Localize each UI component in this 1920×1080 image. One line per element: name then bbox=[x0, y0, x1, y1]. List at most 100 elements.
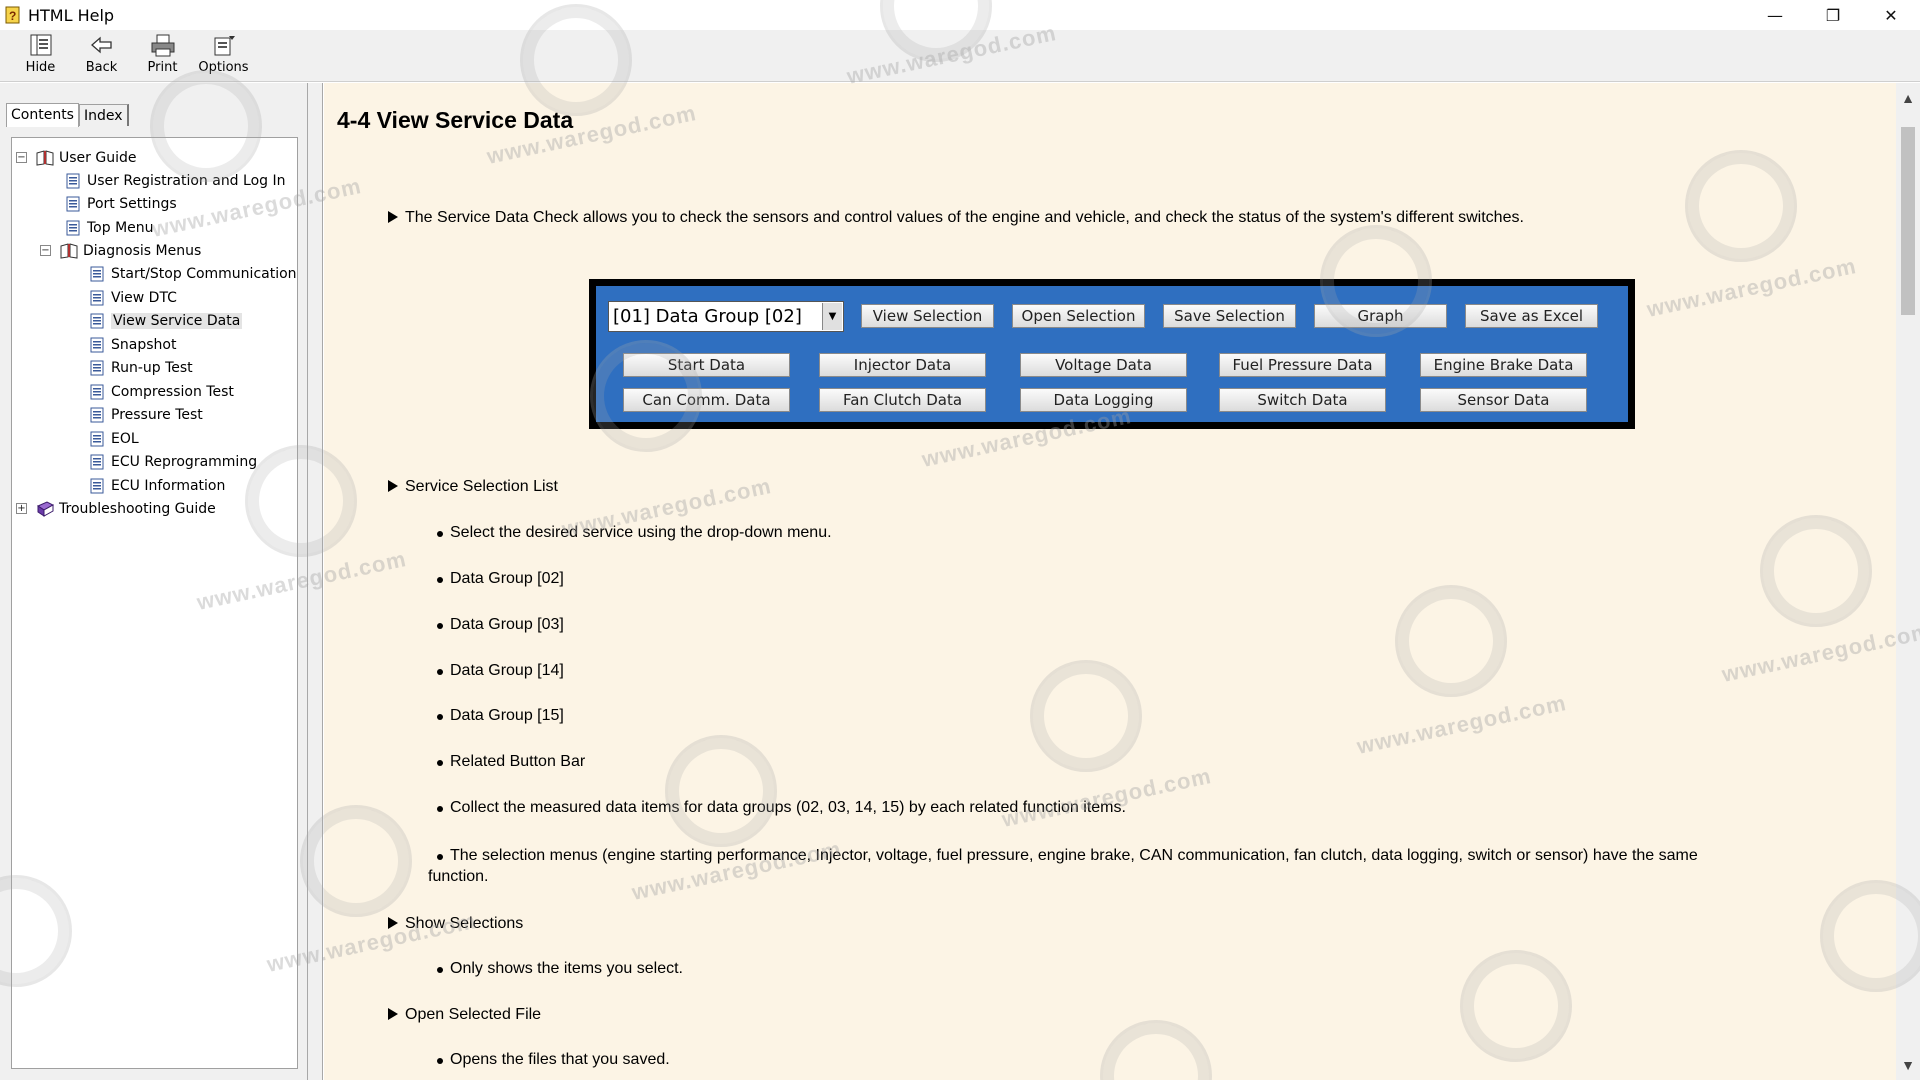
list-item-text: Opens the files that you saved. bbox=[450, 1051, 670, 1068]
tree-label: ECU Reprogramming bbox=[111, 454, 258, 470]
tree-label: User Registration and Log In bbox=[87, 173, 286, 189]
list-item: Data Group [03] bbox=[437, 616, 564, 634]
page-icon bbox=[88, 383, 106, 401]
navigation-pane: Contents Index − User Guide User Registr… bbox=[0, 83, 308, 1080]
tree-node-start-stop[interactable]: Start/Stop Communication bbox=[88, 263, 297, 285]
contents-tree: − User Guide User Registration and Log I… bbox=[11, 137, 298, 1069]
tree-node-view-service-data[interactable]: View Service Data bbox=[88, 310, 243, 332]
list-item-text: The selection menus (engine starting per… bbox=[450, 847, 1698, 864]
page-icon bbox=[88, 359, 106, 377]
tree-node-user-registration[interactable]: User Registration and Log In bbox=[64, 170, 285, 192]
help-app-icon: ? bbox=[4, 6, 22, 24]
tree-node-troubleshooting-guide[interactable]: + Troubleshooting Guide bbox=[16, 498, 216, 520]
tree-label: Compression Test bbox=[111, 384, 234, 400]
tree-node-user-guide[interactable]: − User Guide bbox=[16, 147, 136, 169]
bullet-dot-icon bbox=[437, 760, 443, 766]
tree-label: Port Settings bbox=[87, 196, 177, 212]
page-icon bbox=[64, 219, 82, 237]
scroll-up-icon[interactable]: ▲ bbox=[1896, 87, 1920, 109]
start-data-button: Start Data bbox=[623, 353, 790, 377]
injector-data-button: Injector Data bbox=[819, 353, 986, 377]
save-as-excel-button: Save as Excel bbox=[1465, 304, 1598, 328]
tree-node-ecu-information[interactable]: ECU Information bbox=[88, 475, 225, 497]
engine-brake-data-button: Engine Brake Data bbox=[1420, 353, 1587, 377]
vertical-scrollbar[interactable]: ▲ ▼ bbox=[1896, 83, 1920, 1080]
tree-node-port-settings[interactable]: Port Settings bbox=[64, 193, 177, 215]
open-selected-file-heading-text: Open Selected File bbox=[405, 1006, 542, 1023]
page-icon bbox=[88, 477, 106, 495]
bullet-dot-icon bbox=[437, 1058, 443, 1064]
list-item-text: Data Group [02] bbox=[450, 570, 564, 587]
tab-index[interactable]: Index bbox=[78, 104, 129, 126]
open-selection-button: Open Selection bbox=[1012, 304, 1145, 328]
page-icon bbox=[88, 289, 106, 307]
collapse-icon[interactable]: − bbox=[16, 152, 27, 163]
tree-node-snapshot[interactable]: Snapshot bbox=[88, 334, 176, 356]
service-selection-heading-text: Service Selection List bbox=[405, 478, 558, 495]
list-item: Collect the measured data items for data… bbox=[437, 799, 1126, 817]
intro-text: The Service Data Check allows you to che… bbox=[405, 209, 1524, 226]
tree-node-runup-test[interactable]: Run-up Test bbox=[88, 357, 193, 379]
restore-button[interactable]: ❐ bbox=[1804, 0, 1862, 30]
collapse-icon[interactable]: − bbox=[40, 245, 51, 256]
tree-label: Troubleshooting Guide bbox=[59, 501, 216, 517]
help-toolbar: Hide Back Print Options bbox=[0, 30, 1920, 82]
list-item-text: Only shows the items you select. bbox=[450, 960, 683, 977]
pane-splitter[interactable] bbox=[308, 83, 323, 1080]
tree-label-selected: View Service Data bbox=[111, 313, 243, 329]
closed-book-icon bbox=[36, 500, 54, 518]
tree-label: View DTC bbox=[111, 290, 177, 306]
printer-icon bbox=[151, 34, 174, 57]
bullet-dot-icon bbox=[437, 806, 443, 812]
print-button[interactable]: Print bbox=[132, 30, 193, 80]
close-button[interactable]: ✕ bbox=[1862, 0, 1920, 30]
fan-clutch-data-button: Fan Clutch Data bbox=[819, 388, 986, 412]
can-comm-data-button: Can Comm. Data bbox=[623, 388, 790, 412]
scroll-thumb[interactable] bbox=[1901, 127, 1915, 315]
list-item-text-continued: function. bbox=[428, 868, 489, 885]
page-icon bbox=[88, 406, 106, 424]
tree-node-compression-test[interactable]: Compression Test bbox=[88, 381, 234, 403]
voltage-data-button: Voltage Data bbox=[1020, 353, 1187, 377]
open-selected-file-heading: Open Selected File bbox=[388, 1006, 541, 1024]
back-button[interactable]: Back bbox=[71, 30, 132, 80]
show-selections-heading-text: Show Selections bbox=[405, 915, 524, 932]
nav-tabs: Contents Index bbox=[6, 102, 129, 127]
service-data-panel-image: [01] Data Group [02] ▼ View Selection Op… bbox=[589, 279, 1635, 429]
list-item: Only shows the items you select. bbox=[437, 960, 683, 978]
topic-content: 4-4 View Service Data The Service Data C… bbox=[324, 83, 1896, 1080]
list-item: Data Group [15] bbox=[437, 707, 564, 725]
list-item-text: Data Group [15] bbox=[450, 707, 564, 724]
tree-label: Run-up Test bbox=[111, 360, 193, 376]
tree-node-eol[interactable]: EOL bbox=[88, 428, 139, 450]
hide-icon bbox=[30, 34, 51, 56]
expand-icon[interactable]: + bbox=[16, 503, 27, 514]
page-icon bbox=[64, 195, 82, 213]
tree-node-top-menu[interactable]: Top Menu bbox=[64, 217, 154, 239]
dropdown-arrow-icon: ▼ bbox=[822, 303, 842, 330]
tree-node-view-dtc[interactable]: View DTC bbox=[88, 287, 177, 309]
page-icon bbox=[88, 430, 106, 448]
data-group-select: [01] Data Group [02] ▼ bbox=[608, 301, 844, 332]
options-button[interactable]: Options bbox=[193, 30, 254, 80]
tree-node-ecu-reprogramming[interactable]: ECU Reprogramming bbox=[88, 451, 257, 473]
page-icon bbox=[88, 336, 106, 354]
hide-button[interactable]: Hide bbox=[10, 30, 71, 80]
list-item: Select the desired service using the dro… bbox=[437, 524, 832, 542]
tab-contents[interactable]: Contents bbox=[6, 103, 79, 127]
tree-node-pressure-test[interactable]: Pressure Test bbox=[88, 404, 203, 426]
print-label: Print bbox=[147, 60, 178, 75]
window-controls: — ❐ ✕ bbox=[1746, 0, 1920, 30]
open-book-icon bbox=[60, 242, 78, 260]
list-item: Related Button Bar bbox=[437, 753, 585, 771]
data-group-select-value: [01] Data Group [02] bbox=[613, 306, 802, 327]
open-book-icon bbox=[36, 149, 54, 167]
bullet-dot-icon bbox=[437, 854, 443, 860]
scroll-down-icon[interactable]: ▼ bbox=[1896, 1054, 1920, 1076]
tree-node-diagnosis-menus[interactable]: − Diagnosis Menus bbox=[40, 240, 201, 262]
sensor-data-button: Sensor Data bbox=[1420, 388, 1587, 412]
tree-label: Start/Stop Communication bbox=[111, 266, 297, 282]
tree-label: User Guide bbox=[59, 150, 137, 166]
minimize-button[interactable]: — bbox=[1746, 0, 1804, 30]
show-selections-heading: Show Selections bbox=[388, 915, 523, 933]
